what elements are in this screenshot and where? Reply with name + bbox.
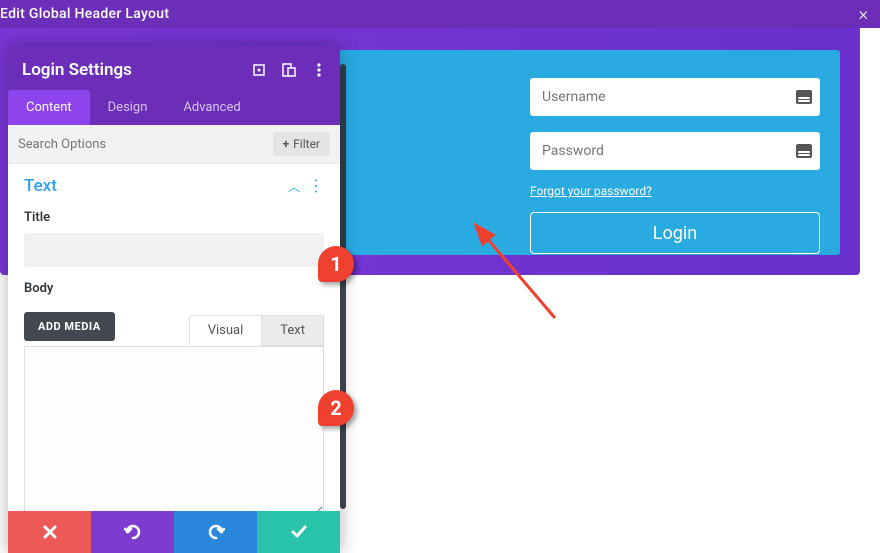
- tab-advanced[interactable]: Advanced: [165, 90, 258, 125]
- password-field[interactable]: [530, 132, 820, 170]
- annotation-arrow: [350, 208, 570, 332]
- responsive-icon[interactable]: [282, 63, 296, 77]
- panel-header-actions: [252, 63, 326, 77]
- title-label: Title: [24, 210, 324, 225]
- scrollbar[interactable]: [340, 64, 346, 509]
- tab-design[interactable]: Design: [90, 90, 166, 125]
- global-header-bar: Edit Global Header Layout ×: [0, 0, 880, 28]
- login-form: Forgot your password? Login: [530, 78, 820, 254]
- undo-icon: [124, 524, 142, 540]
- check-icon: [291, 525, 307, 539]
- password-manager-icon[interactable]: [796, 90, 812, 104]
- filter-button[interactable]: +Filter: [273, 132, 330, 156]
- forgot-password-link[interactable]: Forgot your password?: [530, 184, 652, 198]
- close-icon[interactable]: ×: [859, 4, 868, 25]
- editor-tab-text[interactable]: Text: [261, 315, 324, 346]
- plus-icon: +: [283, 137, 290, 151]
- body-label: Body: [24, 281, 324, 296]
- redo-icon: [207, 524, 225, 540]
- annotation-marker-1: 1: [318, 246, 354, 282]
- panel-content: Text ︿ ⋮ Title Body ADD MEDIA Visual Tex…: [8, 164, 340, 511]
- filter-label: Filter: [293, 137, 320, 151]
- kebab-icon[interactable]: ⋮: [308, 181, 324, 191]
- panel-footer: [8, 511, 340, 553]
- close-icon: [43, 525, 57, 539]
- settings-panel: Login Settings Content Design Advanced +…: [8, 46, 340, 553]
- add-media-button[interactable]: ADD MEDIA: [24, 312, 115, 341]
- expand-icon[interactable]: [252, 63, 266, 77]
- redo-button[interactable]: [174, 511, 257, 553]
- section-title[interactable]: Text: [24, 176, 57, 196]
- section-text: Text ︿ ⋮ Title Body ADD MEDIA Visual Tex…: [8, 164, 340, 511]
- editor-tab-visual[interactable]: Visual: [189, 315, 262, 346]
- stage: Forgot your password? Login Login Settin…: [0, 28, 880, 553]
- tab-content[interactable]: Content: [8, 90, 90, 125]
- username-wrap: [530, 78, 820, 116]
- kebab-icon[interactable]: [312, 63, 326, 77]
- password-manager-icon[interactable]: [796, 144, 812, 158]
- chevron-up-icon[interactable]: ︿: [288, 178, 300, 195]
- undo-button[interactable]: [91, 511, 174, 553]
- search-row: +Filter: [8, 125, 340, 164]
- search-input[interactable]: [18, 137, 265, 152]
- body-editor[interactable]: [24, 346, 324, 511]
- header-bar-title: Edit Global Header Layout: [0, 6, 169, 22]
- save-button[interactable]: [257, 511, 340, 553]
- panel-tabs: Content Design Advanced: [8, 90, 340, 125]
- login-button[interactable]: Login: [530, 212, 820, 254]
- section-controls: ︿ ⋮: [288, 178, 324, 195]
- section-head: Text ︿ ⋮: [24, 176, 324, 196]
- cancel-button[interactable]: [8, 511, 91, 553]
- title-input[interactable]: [24, 233, 324, 267]
- password-wrap: [530, 132, 820, 170]
- panel-header: Login Settings: [8, 46, 340, 90]
- username-field[interactable]: [530, 78, 820, 116]
- annotation-marker-2: 2: [318, 390, 354, 426]
- panel-title: Login Settings: [22, 60, 132, 80]
